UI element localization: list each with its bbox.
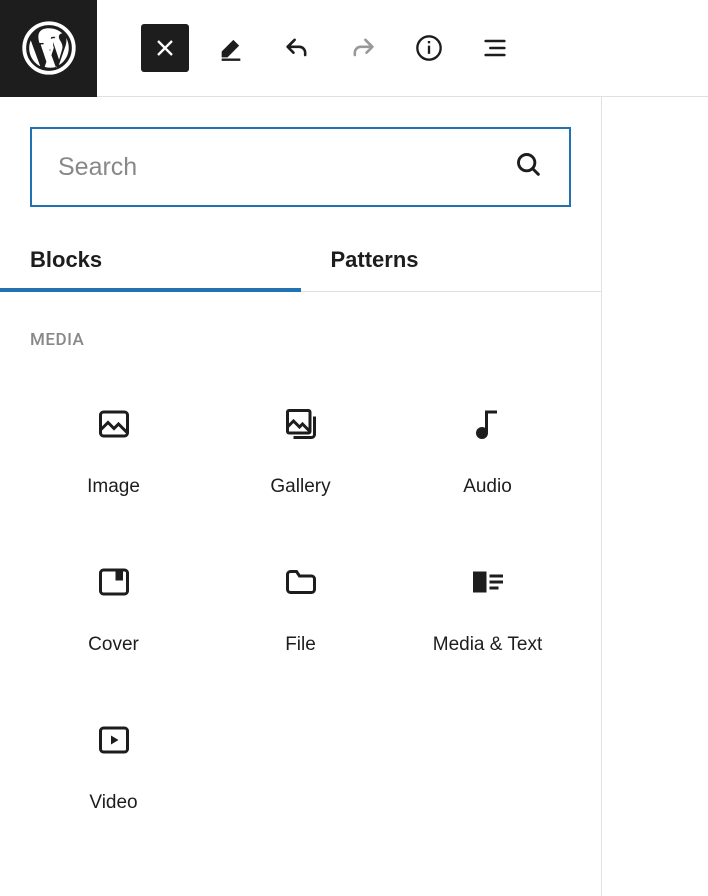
details-button[interactable]	[405, 24, 453, 72]
media-text-icon	[470, 558, 506, 606]
tab-label: Blocks	[30, 247, 102, 272]
block-label: Media & Text	[433, 634, 542, 656]
search-container	[0, 127, 601, 229]
block-media-text[interactable]: Media & Text	[394, 538, 581, 676]
gallery-icon	[283, 400, 319, 448]
toolbar	[97, 24, 519, 72]
tab-blocks[interactable]: Blocks	[0, 229, 301, 291]
audio-icon	[470, 400, 506, 448]
block-label: File	[285, 634, 316, 656]
block-grid: Image Gallery Audio	[0, 380, 601, 834]
block-video[interactable]: Video	[20, 696, 207, 834]
tools-button[interactable]	[207, 24, 255, 72]
inserter-tabs: Blocks Patterns	[0, 229, 601, 292]
block-cover[interactable]: Cover	[20, 538, 207, 676]
image-icon	[96, 400, 132, 448]
undo-icon	[283, 34, 311, 62]
redo-button[interactable]	[339, 24, 387, 72]
search-box[interactable]	[30, 127, 571, 207]
close-icon	[151, 34, 179, 62]
wordpress-logo[interactable]	[0, 0, 97, 97]
redo-icon	[349, 34, 377, 62]
category-label: MEDIA	[0, 292, 601, 380]
block-label: Cover	[88, 634, 139, 656]
top-bar	[0, 0, 708, 97]
block-label: Audio	[463, 476, 512, 498]
tab-patterns[interactable]: Patterns	[301, 229, 602, 291]
block-image[interactable]: Image	[20, 380, 207, 518]
video-icon	[96, 716, 132, 764]
search-input[interactable]	[58, 129, 515, 205]
block-label: Image	[87, 476, 140, 498]
search-icon	[515, 151, 543, 183]
block-gallery[interactable]: Gallery	[207, 380, 394, 518]
info-icon	[415, 34, 443, 62]
block-label: Gallery	[270, 476, 330, 498]
block-audio[interactable]: Audio	[394, 380, 581, 518]
cover-icon	[96, 558, 132, 606]
block-file[interactable]: File	[207, 538, 394, 676]
undo-button[interactable]	[273, 24, 321, 72]
close-inserter-button[interactable]	[141, 24, 189, 72]
inserter-panel: Blocks Patterns MEDIA Image	[0, 97, 602, 896]
list-view-icon	[481, 34, 509, 62]
file-icon	[283, 558, 319, 606]
tab-label: Patterns	[331, 247, 419, 272]
wordpress-icon	[22, 21, 76, 75]
block-label: Video	[89, 792, 137, 814]
pencil-icon	[217, 34, 245, 62]
outline-button[interactable]	[471, 24, 519, 72]
